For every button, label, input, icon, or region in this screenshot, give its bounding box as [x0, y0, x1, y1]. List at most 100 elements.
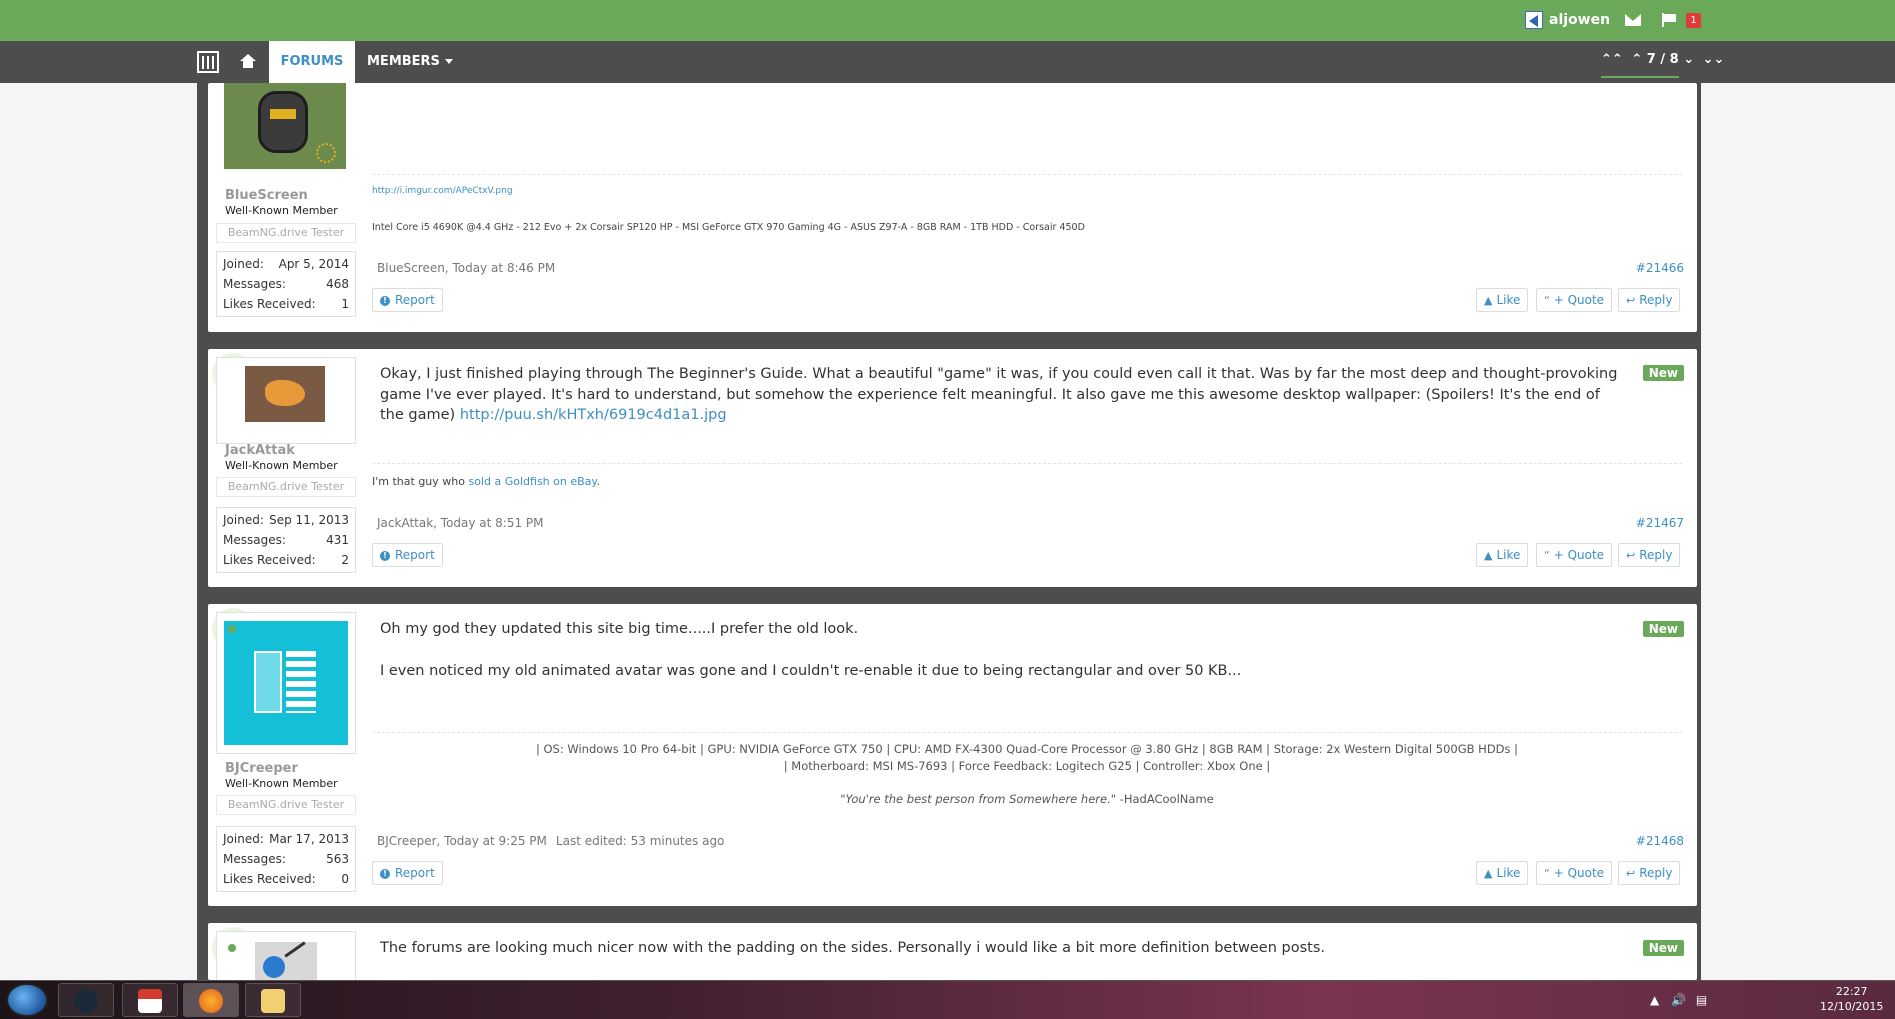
reply-button[interactable]: ↩ Reply — [1618, 861, 1681, 885]
avatar-jackattak[interactable] — [245, 366, 325, 422]
alerts-flag-icon[interactable] — [1662, 13, 1676, 27]
like-button[interactable]: ▲ Like — [1476, 861, 1529, 885]
pager-underline — [1601, 76, 1679, 78]
thumbs-up-icon: ▲ — [1484, 294, 1493, 307]
steam-taskbar-button[interactable] — [58, 983, 114, 1017]
report-button[interactable]: ! Report — [372, 861, 443, 885]
gmail-icon — [138, 989, 162, 1013]
start-button[interactable] — [6, 983, 48, 1017]
info-icon: ! — [380, 295, 390, 306]
top-bar: aljowen 1 — [0, 0, 1895, 41]
new-badge: New — [1642, 621, 1684, 637]
user-stats: Joined: Sep 11, 2013 Messages: 431 Likes R… — [216, 507, 356, 573]
online-status-icon — [228, 625, 236, 633]
explorer-taskbar-button[interactable] — [245, 983, 301, 1017]
alert-count-badge[interactable]: 1 — [1686, 13, 1701, 28]
avatar-bjcreeper[interactable] — [224, 621, 348, 745]
post-message-line-1: Oh my god they updated this site big tim… — [380, 621, 859, 637]
likes-value: 1 — [341, 297, 349, 311]
likes-value: 2 — [341, 553, 349, 567]
user-stats: Joined: Mar 17, 2013 Messages: 563 Likes R… — [216, 826, 356, 892]
avatar-frame — [216, 612, 356, 754]
post-permalink[interactable]: #21468 — [1636, 834, 1684, 848]
messages-label: Messages: — [223, 277, 286, 291]
avatar-partial[interactable] — [255, 941, 317, 980]
wallpaper-link[interactable]: http://puu.sh/kHTxh/6919c4d1a1.jpg — [460, 407, 727, 423]
goldfish-link[interactable]: sold a Goldfish on eBay — [468, 475, 596, 488]
quote-author: -HadACoolName — [1116, 792, 1214, 806]
firefox-taskbar-button[interactable] — [183, 983, 239, 1017]
messages-label: Messages: — [223, 533, 286, 547]
post-author-name[interactable]: BlueScreen — [225, 188, 308, 203]
page-navigator[interactable]: ⌃⌃ ⌃ 7 / 8 ⌄ ⌄⌄ — [1601, 52, 1724, 67]
prev-page-icon[interactable]: ⌃ — [1631, 52, 1642, 67]
folder-icon — [261, 989, 285, 1013]
last-page-icon[interactable]: ⌄⌄ — [1703, 52, 1725, 67]
clock-date: 12/10/2015 — [1820, 1000, 1884, 1013]
post-meta[interactable]: JackAttak, Today at 8:51 PM — [377, 516, 544, 530]
quote-button[interactable]: “+ Quote — [1536, 543, 1613, 567]
like-label: Like — [1496, 548, 1521, 562]
home-icon[interactable] — [240, 54, 256, 68]
steam-icon — [74, 989, 98, 1013]
post-21467: JackAttak Well-Known Member BeamNG.drive… — [208, 349, 1697, 587]
post-permalink[interactable]: #21467 — [1636, 516, 1684, 530]
report-button[interactable]: ! Report — [372, 543, 443, 567]
like-button[interactable]: ▲ Like — [1476, 543, 1529, 567]
post-meta-author-date: BJCreeper, Today at 9:25 PM — [377, 834, 547, 848]
tray-expand-icon[interactable]: ▲ — [1650, 993, 1659, 1007]
quote-label: + Quote — [1553, 866, 1605, 880]
new-badge: New — [1642, 365, 1684, 381]
os-taskbar: ▲ 🔊 ▤ 22:27 12/10/2015 — [0, 980, 1895, 1019]
post-author-name[interactable]: JackAttak — [225, 443, 295, 458]
signature-specs-1: | OS: Windows 10 Pro 64-bit | GPU: NVIDI… — [535, 742, 1519, 756]
likes-value: 0 — [341, 872, 349, 886]
user-banner: BeamNG.drive Tester — [216, 795, 356, 815]
system-clock[interactable]: 22:27 12/10/2015 — [1820, 984, 1883, 1014]
site-logo-icon[interactable] — [197, 51, 219, 73]
signature-link[interactable]: http://i.imgur.com/APeCtxV.png — [372, 186, 513, 196]
report-button[interactable]: ! Report — [372, 288, 443, 312]
new-badge: New — [1642, 940, 1684, 956]
first-page-icon[interactable]: ⌃⌃ — [1601, 52, 1623, 67]
post-meta[interactable]: BlueScreen, Today at 8:46 PM — [377, 261, 555, 275]
next-page-icon[interactable]: ⌄ — [1683, 52, 1694, 67]
tab-forums[interactable]: FORUMS — [269, 41, 355, 85]
reply-label: Reply — [1639, 866, 1673, 880]
signature-link-text[interactable]: http://i.imgur.com/APeCtxV.png — [372, 186, 513, 196]
quote-button[interactable]: “+ Quote — [1536, 861, 1613, 885]
likes-label: Likes Received: — [223, 553, 316, 567]
user-avatar-icon — [1525, 11, 1543, 29]
quote-button[interactable]: “+ Quote — [1536, 288, 1613, 312]
reply-button[interactable]: ↩ Reply — [1618, 543, 1681, 567]
avatar-bluescreen[interactable] — [224, 83, 346, 169]
quote-icon: “ — [1544, 549, 1550, 562]
like-button[interactable]: ▲ Like — [1476, 288, 1529, 312]
user-menu[interactable]: aljowen — [1525, 11, 1610, 29]
network-icon[interactable]: ▤ — [1696, 993, 1707, 1007]
user-title: Well-Known Member — [225, 459, 338, 472]
joined-label: Joined: — [223, 832, 264, 846]
post-21466: BlueScreen Well-Known Member BeamNG.driv… — [208, 83, 1697, 332]
post-author-name[interactable]: BJCreeper — [225, 761, 298, 776]
last-edited: Last edited: 53 minutes ago — [555, 834, 725, 848]
signature-divider — [372, 174, 1682, 175]
system-tray[interactable]: ▲ 🔊 ▤ — [1650, 993, 1707, 1007]
tab-members[interactable]: MEMBERS — [367, 41, 453, 83]
reply-icon: ↩ — [1626, 294, 1636, 307]
reply-button[interactable]: ↩ Reply — [1618, 288, 1681, 312]
mail-taskbar-button[interactable] — [122, 983, 178, 1017]
likes-label: Likes Received: — [223, 297, 316, 311]
online-status-icon — [228, 944, 236, 952]
post-meta[interactable]: BJCreeper, Today at 9:25 PM Last edited: … — [377, 834, 724, 848]
report-label: Report — [395, 293, 435, 307]
signature-text: Intel Core i5 4690K @4.4 GHz - 212 Evo +… — [372, 222, 1085, 233]
quote-label: + Quote — [1553, 548, 1605, 562]
joined-label: Joined: — [223, 513, 264, 527]
thumbs-up-icon: ▲ — [1484, 867, 1493, 880]
info-icon: ! — [380, 550, 390, 561]
inbox-icon[interactable] — [1625, 14, 1641, 26]
post-permalink[interactable]: #21466 — [1636, 261, 1684, 275]
volume-icon[interactable]: 🔊 — [1671, 993, 1686, 1007]
thumbs-up-icon: ▲ — [1484, 549, 1493, 562]
